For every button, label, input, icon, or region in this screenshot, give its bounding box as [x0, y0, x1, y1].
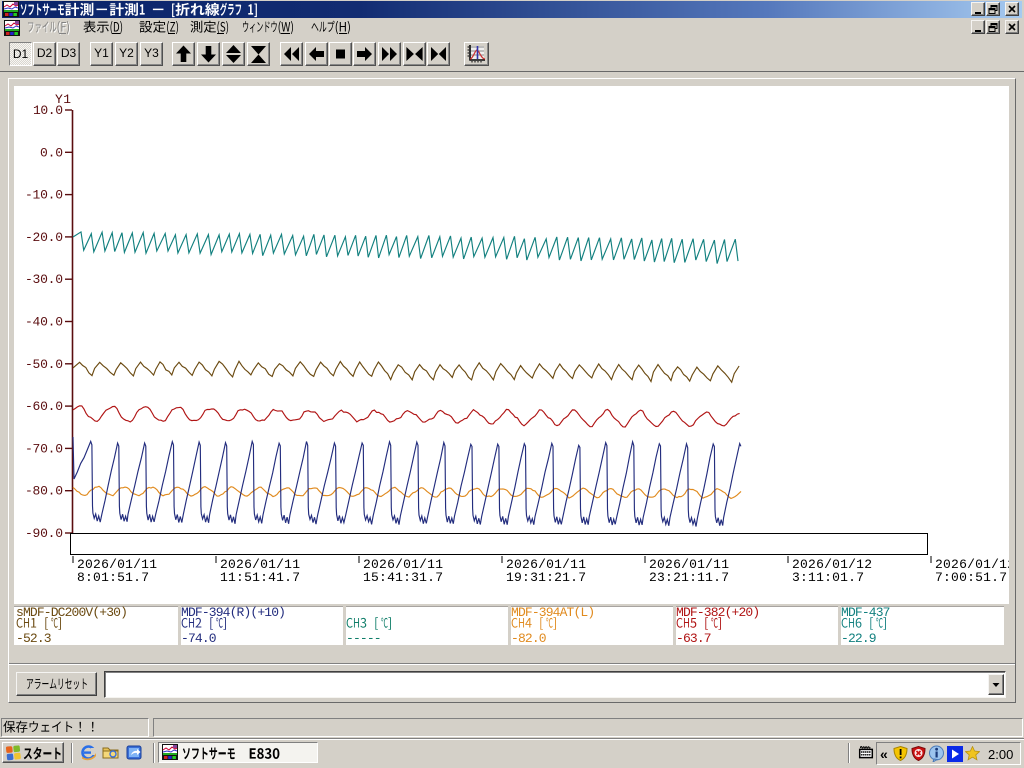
svg-text:-20.0: -20.0 — [25, 230, 63, 245]
svg-text:23:21:11.7: 23:21:11.7 — [649, 570, 729, 585]
svg-text:-50.0: -50.0 — [25, 357, 63, 372]
svg-text:-40.0: -40.0 — [25, 315, 63, 330]
svg-text:-80.0: -80.0 — [25, 484, 63, 499]
svg-text:15:41:31.7: 15:41:31.7 — [363, 570, 443, 585]
svg-text:3:11:01.7: 3:11:01.7 — [792, 570, 864, 585]
svg-text:7:00:51.7: 7:00:51.7 — [935, 570, 1007, 585]
svg-text:-60.0: -60.0 — [25, 399, 63, 414]
svg-text:-30.0: -30.0 — [25, 272, 63, 287]
svg-text:Y1: Y1 — [55, 92, 71, 107]
svg-text:-10.0: -10.0 — [25, 188, 63, 203]
svg-text:11:51:41.7: 11:51:41.7 — [220, 570, 300, 585]
svg-text:-90.0: -90.0 — [25, 526, 63, 541]
svg-text:0.0: 0.0 — [40, 145, 63, 160]
svg-text:-70.0: -70.0 — [25, 441, 63, 456]
svg-text:8:01:51.7: 8:01:51.7 — [77, 570, 149, 585]
svg-text:19:31:21.7: 19:31:21.7 — [506, 570, 586, 585]
